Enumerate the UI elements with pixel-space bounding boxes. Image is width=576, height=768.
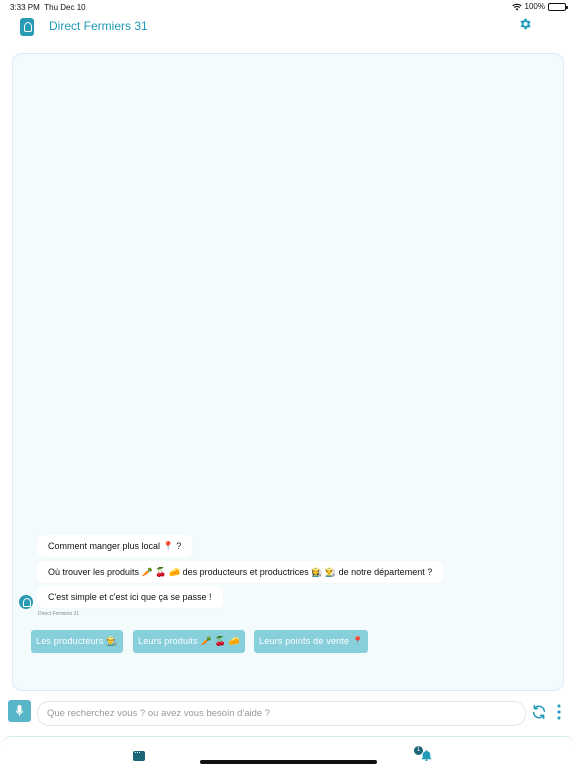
status-right: 100% [511,2,568,11]
bot-message: C'est simple et c'est ici que ça se pass… [37,586,223,608]
bot-message: Comment manger plus local 📍 ? [37,535,193,557]
sender-label: Direct Fermiers 31 [38,611,80,617]
search-input[interactable]: Que recherchez vous ? ou avez vous besoi… [37,701,526,726]
app-title: Direct Fermiers 31 [49,19,148,33]
status-bar: 3:33 PM Thu Dec 10 100% [0,0,576,14]
more-vertical-icon[interactable] [557,704,561,720]
notification-badge: 1 [414,746,423,755]
status-time: 3:33 PM Thu Dec 10 [10,3,86,12]
quick-reply-sales-points[interactable]: Leurs points de vente 📍 [254,630,369,653]
app-header: Direct Fermiers 31 [0,14,576,44]
app-screen: 3:33 PM Thu Dec 10 100% Direct Fermiers … [0,0,576,768]
app-logo-icon [20,18,34,36]
refresh-icon[interactable] [531,704,547,720]
mic-icon [16,705,23,716]
battery-percentage: 100% [524,2,545,11]
chat-icon[interactable] [133,747,145,761]
quick-reply-producers[interactable]: Les producteurs 👨‍🌾 [31,630,123,653]
quick-reply-products[interactable]: Leurs produits 🥕 🍒 🧀 [133,630,246,653]
home-indicator[interactable] [200,760,377,764]
microphone-button[interactable] [8,700,31,722]
chat-panel[interactable]: Comment manger plus local 📍 ? Où trouver… [12,53,564,691]
wifi-icon [511,3,522,10]
bot-avatar-icon [19,595,33,609]
battery-icon [548,2,568,11]
gear-icon[interactable] [518,17,532,31]
bot-message: Où trouver les produits 🥕 🍒 🧀 des produc… [37,561,444,583]
